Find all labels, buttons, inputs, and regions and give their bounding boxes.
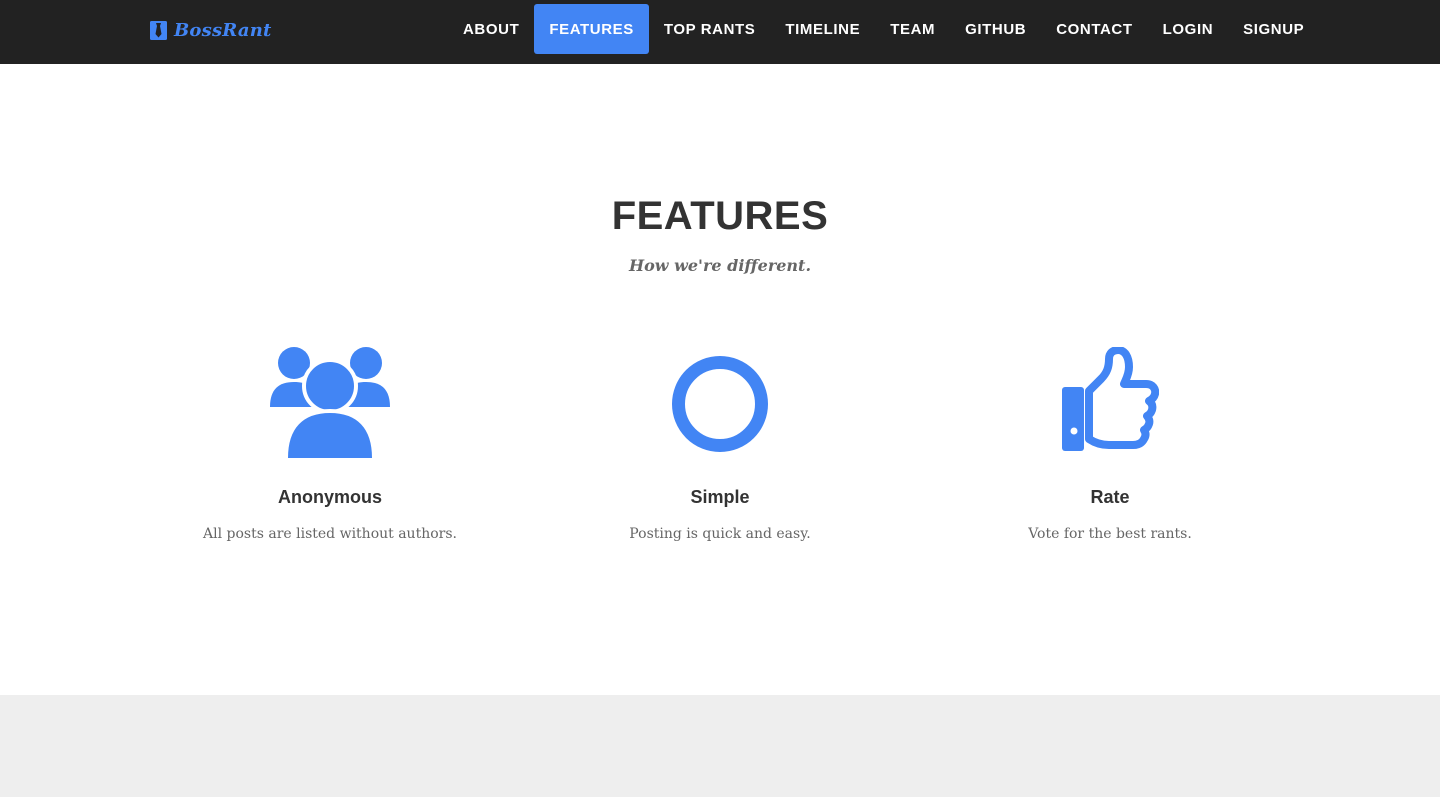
nav-item-github[interactable]: GITHUB bbox=[950, 4, 1041, 54]
feature-title: Anonymous bbox=[277, 487, 382, 507]
nav-item-contact[interactable]: CONTACT bbox=[1041, 4, 1147, 54]
thumbs-up-icon bbox=[1061, 346, 1160, 466]
nav-item-about[interactable]: ABOUT bbox=[448, 4, 534, 54]
next-section-band bbox=[0, 695, 1440, 797]
main-nav: ABOUT FEATURES TOP RANTS TIMELINE TEAM G… bbox=[448, 4, 1319, 54]
section-heading: FEATURES bbox=[611, 194, 829, 238]
nav-item-team[interactable]: TEAM bbox=[875, 4, 950, 54]
brand-name: BossRant bbox=[174, 19, 272, 41]
feature-title: Rate bbox=[1090, 487, 1130, 507]
nav-item-timeline[interactable]: TIMELINE bbox=[770, 4, 875, 54]
feature-text: Vote for the best rants. bbox=[1028, 526, 1192, 542]
feature-title: Simple bbox=[690, 487, 750, 507]
feature-text: All posts are listed without authors. bbox=[203, 526, 457, 542]
feature-rate: Rate Vote for the best rants. bbox=[915, 346, 1305, 544]
navbar: BossRant ABOUT FEATURES TOP RANTS TIMELI… bbox=[0, 0, 1440, 64]
nav-item-top-rants[interactable]: TOP RANTS bbox=[649, 4, 771, 54]
nav-item-signup[interactable]: SIGNUP bbox=[1228, 4, 1319, 54]
users-icon bbox=[269, 345, 391, 466]
tie-icon bbox=[150, 20, 167, 40]
feature-anonymous: Anonymous All posts are listed without a… bbox=[135, 346, 525, 544]
nav-item-login[interactable]: LOGIN bbox=[1148, 4, 1229, 54]
circle-icon bbox=[671, 355, 769, 466]
feature-text: Posting is quick and easy. bbox=[629, 526, 811, 542]
feature-simple: Simple Posting is quick and easy. bbox=[525, 346, 915, 544]
brand-logo-link[interactable]: BossRant bbox=[150, 18, 272, 42]
section-subheading: How we're different. bbox=[628, 256, 812, 275]
nav-item-features[interactable]: FEATURES bbox=[534, 4, 649, 54]
features-section: FEATURES How we're different. Anonymous … bbox=[0, 64, 1440, 695]
